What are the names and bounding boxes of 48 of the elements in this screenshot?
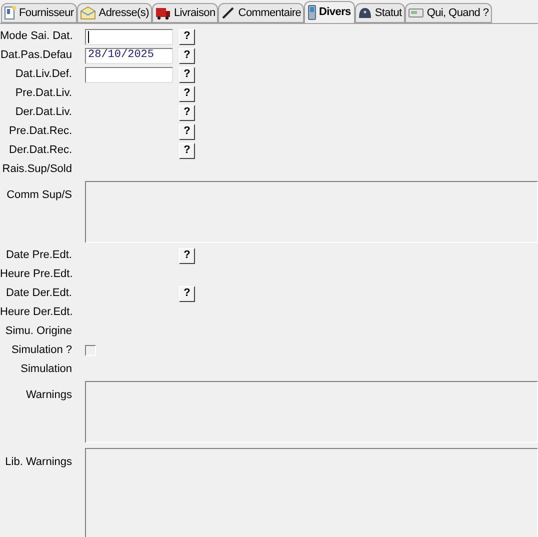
field-label: Lib. Warnings bbox=[4, 455, 72, 470]
checkbox[interactable] bbox=[85, 345, 96, 356]
phone-icon bbox=[308, 5, 316, 20]
tab[interactable]: Statut bbox=[354, 3, 405, 23]
tab[interactable]: Divers bbox=[304, 1, 355, 23]
field-label: Mode Sai. Dat. bbox=[0, 29, 72, 44]
field-label: Simulation bbox=[20, 362, 72, 378]
field-label: Rais.Sup/Sold bbox=[1, 162, 72, 178]
input-field[interactable]: 28/10/2025 bbox=[85, 48, 173, 64]
memo-field[interactable] bbox=[85, 448, 538, 537]
pen-icon bbox=[221, 6, 236, 20]
help-button[interactable]: ? bbox=[179, 104, 195, 120]
field-label: Pre.Dat.Rec. bbox=[8, 124, 72, 140]
helmet-icon bbox=[358, 6, 372, 20]
field-label: Pre.Dat.Liv. bbox=[14, 86, 72, 102]
field-label: Simulation ? bbox=[10, 343, 72, 358]
field-label: Date Pre.Edt. bbox=[4, 248, 72, 264]
memo-field[interactable] bbox=[85, 381, 538, 443]
field-label: Date Der.Edt. bbox=[4, 286, 72, 302]
help-button[interactable]: ? bbox=[179, 86, 195, 102]
tab[interactable]: Qui, Quand ? bbox=[404, 3, 492, 23]
help-button[interactable]: ? bbox=[179, 66, 195, 82]
tab[interactable]: Fournisseur bbox=[1, 3, 77, 23]
help-button[interactable]: ? bbox=[179, 286, 195, 302]
scanner-icon bbox=[408, 7, 424, 19]
input-field[interactable] bbox=[85, 28, 173, 44]
memo-field[interactable] bbox=[85, 181, 538, 243]
field-label: Der.Dat.Liv. bbox=[14, 105, 72, 120]
tab[interactable]: Adresse(s) bbox=[76, 3, 152, 23]
envelope-icon bbox=[80, 6, 96, 20]
field-label: Simu. Origine bbox=[4, 324, 72, 340]
field-label: Der.Dat.Rec. bbox=[8, 143, 72, 158]
help-button[interactable]: ? bbox=[179, 142, 195, 158]
tab[interactable]: Livraison bbox=[152, 3, 218, 23]
field-label: Dat.Pas.Defau bbox=[0, 48, 72, 64]
help-button[interactable]: ? bbox=[179, 124, 195, 140]
field-label: Comm Sup/S bbox=[6, 188, 72, 203]
field-label: Heure Der.Edt. bbox=[0, 305, 72, 320]
help-button[interactable]: ? bbox=[179, 248, 195, 264]
tab[interactable]: Commentaire bbox=[218, 3, 304, 23]
field-label: Dat.Liv.Def. bbox=[14, 67, 72, 82]
help-button[interactable]: ? bbox=[179, 28, 195, 44]
document-icon bbox=[4, 6, 16, 20]
input-field[interactable] bbox=[85, 66, 173, 82]
field-label: Heure Pre.Edt. bbox=[0, 267, 72, 282]
field-label: Warnings bbox=[24, 388, 72, 403]
help-button[interactable]: ? bbox=[179, 48, 195, 64]
truck-icon bbox=[154, 6, 171, 20]
